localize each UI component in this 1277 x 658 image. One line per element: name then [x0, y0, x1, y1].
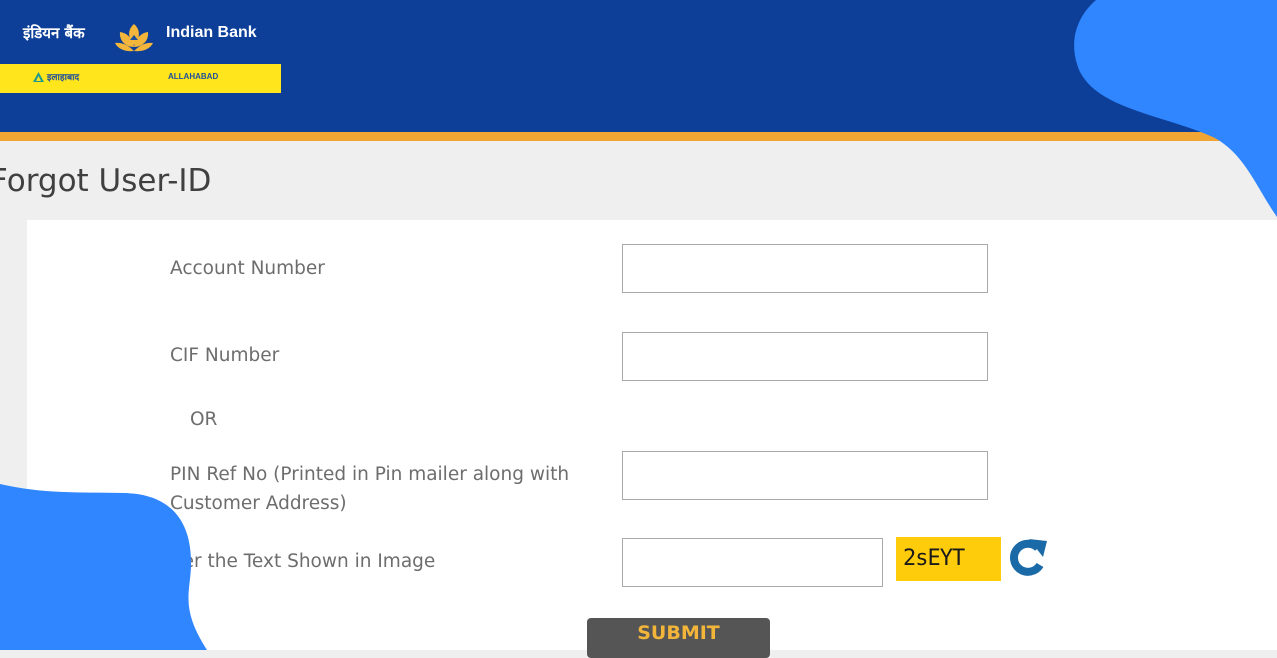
- refresh-icon[interactable]: [1005, 535, 1051, 581]
- lotus-emblem-icon: [115, 24, 153, 52]
- bank-name-english: Indian Bank: [166, 24, 257, 41]
- cif-number-label: CIF Number: [170, 345, 280, 366]
- captcha-input[interactable]: [622, 538, 883, 587]
- merged-bank-hindi: इलाहाबाद: [47, 73, 80, 83]
- page-title: Forgot User-ID: [0, 163, 212, 199]
- account-number-label: Account Number: [170, 258, 325, 279]
- or-separator: OR: [190, 409, 218, 430]
- captcha-label: Enter the Text Shown in Image: [152, 551, 436, 572]
- pin-ref-label: PIN Ref No (Printed in Pin mailer along …: [170, 460, 569, 518]
- allahabad-logo-icon: [33, 72, 44, 82]
- pin-ref-label-line2: Customer Address): [170, 493, 347, 514]
- submit-button[interactable]: SUBMIT: [587, 618, 770, 658]
- pin-ref-label-line1: PIN Ref No (Printed in Pin mailer along …: [170, 464, 570, 485]
- pin-ref-input[interactable]: [622, 451, 988, 500]
- cif-number-input[interactable]: [622, 332, 988, 381]
- merged-bank-english: ALLAHABAD: [168, 72, 219, 81]
- captcha-image: 2sEYT: [896, 537, 1001, 581]
- account-number-input[interactable]: [622, 244, 988, 293]
- bank-name-hindi: इंडियन बैंक: [23, 24, 85, 42]
- header-accent-stripe: [0, 132, 1277, 141]
